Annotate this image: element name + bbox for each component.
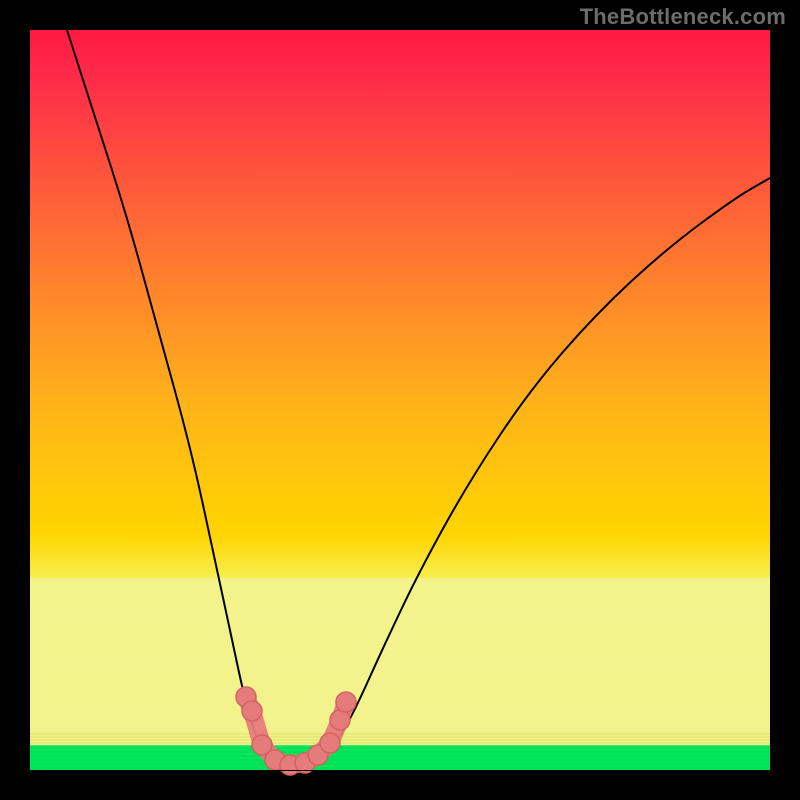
- curve-marker: [330, 710, 350, 730]
- bottleneck-chart: [0, 0, 800, 800]
- curve-marker: [320, 733, 340, 753]
- watermark-text: TheBottleneck.com: [580, 4, 786, 30]
- curve-marker: [336, 692, 356, 712]
- curve-marker: [242, 701, 262, 721]
- chart-stage: TheBottleneck.com: [0, 0, 800, 800]
- plot-background: [30, 30, 770, 770]
